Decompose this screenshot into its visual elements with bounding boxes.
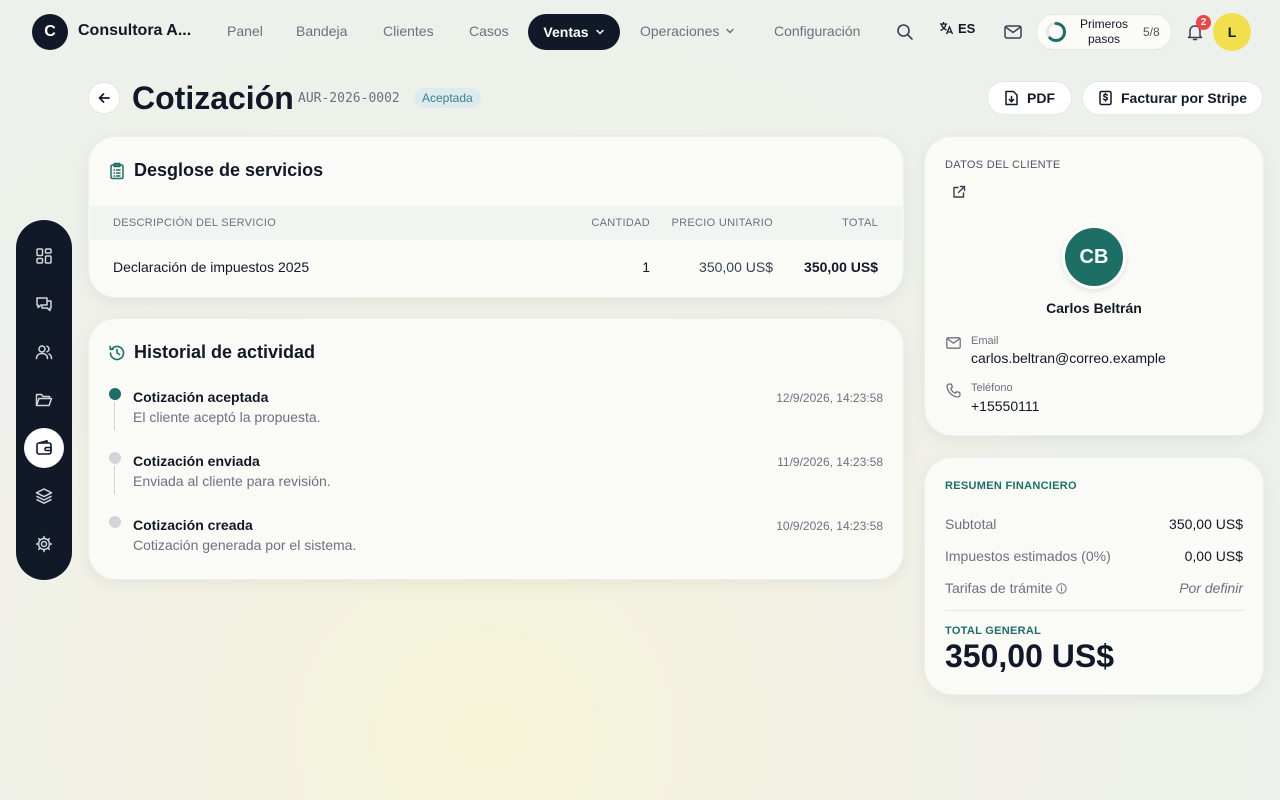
nav-clientes[interactable]: Clientes [383, 23, 434, 39]
finance-section-label: RESUMEN FINANCIERO [945, 480, 1077, 492]
dashboard-icon[interactable] [24, 236, 64, 276]
client-section-label: DATOS DEL CLIENTE [945, 159, 1061, 171]
fees-row: Tarifas de trámite Por definir [945, 580, 1243, 596]
pdf-button[interactable]: PDF [987, 81, 1072, 115]
clipboard-list-icon [110, 162, 124, 179]
chevron-down-icon [726, 28, 735, 34]
side-rail [16, 220, 72, 580]
column-header-quantity: CANTIDAD [591, 217, 650, 229]
event-title: Cotización enviada [133, 453, 260, 469]
event-title: Cotización aceptada [133, 389, 269, 405]
divider [945, 610, 1245, 611]
column-header-description: DESCRIPCIÓN DEL SERVICIO [113, 217, 277, 229]
brand-name[interactable]: Consultora A... [78, 22, 191, 40]
event-date: 12/9/2026, 14:23:58 [776, 391, 883, 405]
event-description: Enviada al cliente para revisión. [133, 473, 331, 489]
nav-panel[interactable]: Panel [227, 23, 263, 39]
top-navigation: C Consultora A... Panel Bandeja Clientes… [0, 0, 1280, 64]
nav-configuracion[interactable]: Configuración [774, 23, 860, 39]
service-unit-price: 350,00 US$ [699, 259, 773, 275]
email-label: Email [971, 335, 999, 347]
chevron-down-icon [595, 29, 604, 35]
progress-ring-icon [1046, 22, 1066, 42]
column-header-total: TOTAL [842, 217, 878, 229]
mail-icon[interactable] [1002, 21, 1024, 43]
layers-icon[interactable] [24, 476, 64, 516]
timeline-connector [114, 466, 115, 494]
phone-icon [945, 382, 961, 398]
notification-badge: 2 [1196, 15, 1211, 30]
back-button[interactable] [88, 82, 120, 114]
service-total: 350,00 US$ [804, 259, 878, 275]
gear-icon[interactable] [24, 524, 64, 564]
fees-label: Tarifas de trámite [945, 580, 1053, 596]
user-avatar[interactable]: L [1213, 13, 1251, 51]
client-name: Carlos Beltrán [1046, 300, 1142, 316]
timeline-dot [109, 452, 121, 464]
service-description: Declaración de impuestos 2025 [113, 259, 310, 275]
tax-row: Impuestos estimados (0%) 0,00 US$ [945, 548, 1243, 564]
stripe-invoice-button[interactable]: Facturar por Stripe [1082, 81, 1263, 115]
tax-value: 0,00 US$ [1184, 548, 1243, 564]
client-phone[interactable]: +15550111 [971, 398, 1039, 414]
status-badge: Aceptada [414, 88, 481, 108]
nav-ventas-label: Ventas [543, 24, 589, 40]
event-description: Cotización generada por el sistema. [133, 537, 357, 553]
event-date: 11/9/2026, 14:23:58 [777, 455, 883, 469]
page-title: Cotización [132, 80, 294, 116]
total-label: TOTAL GENERAL [945, 625, 1042, 637]
subtotal-row: Subtotal 350,00 US$ [945, 516, 1243, 532]
quote-id: AUR-2026-0002 [298, 91, 400, 106]
timeline-connector [114, 402, 115, 430]
fees-value: Por definir [1179, 580, 1243, 596]
column-header-unit-price: PRECIO UNITARIO [671, 217, 773, 229]
phone-label: Teléfono [971, 382, 1013, 394]
file-download-icon [1005, 90, 1018, 106]
folder-icon[interactable] [24, 380, 64, 420]
total-value: 350,00 US$ [945, 638, 1115, 674]
stripe-invoice-label: Facturar por Stripe [1120, 90, 1248, 106]
client-email[interactable]: carlos.beltran@correo.example [971, 350, 1166, 366]
services-title: Desglose de servicios [134, 160, 324, 180]
pdf-button-label: PDF [1027, 90, 1055, 106]
users-icon[interactable] [24, 332, 64, 372]
subtotal-label: Subtotal [945, 516, 997, 532]
info-icon[interactable] [1056, 582, 1068, 594]
nav-ventas[interactable]: Ventas [528, 14, 620, 50]
subtotal-value: 350,00 US$ [1169, 516, 1243, 532]
mail-icon [945, 335, 961, 351]
translate-icon [940, 22, 954, 35]
event-date: 10/9/2026, 14:23:58 [776, 519, 883, 533]
nav-bandeja[interactable]: Bandeja [296, 23, 347, 39]
onboarding-label: Primeros pasos [1079, 17, 1128, 46]
fees-label-group: Tarifas de trámite [945, 580, 1068, 596]
history-icon [109, 345, 125, 360]
brand-logo[interactable]: C [32, 14, 68, 50]
wallet-icon[interactable] [24, 428, 64, 468]
language-label: ES [958, 20, 976, 36]
onboarding-count: 5/8 [1143, 25, 1160, 39]
search-icon[interactable] [894, 21, 916, 43]
language-selector[interactable]: ES [938, 20, 975, 36]
event-title: Cotización creada [133, 517, 253, 533]
arrow-left-icon [98, 93, 110, 103]
client-avatar: CB [1062, 225, 1126, 289]
activity-title: Historial de actividad [134, 342, 316, 362]
activity-card-title: Historial de actividad [108, 342, 315, 363]
nav-operaciones[interactable]: Operaciones [640, 23, 735, 39]
timeline-dot-active [109, 388, 121, 400]
onboarding-progress[interactable]: Primeros pasos 5/8 [1036, 14, 1172, 50]
nav-casos[interactable]: Casos [469, 23, 509, 39]
event-description: El cliente aceptó la propuesta. [133, 409, 321, 425]
timeline-dot [109, 516, 121, 528]
services-card-title: Desglose de servicios [108, 160, 323, 181]
chat-icon[interactable] [24, 284, 64, 324]
external-link-icon[interactable] [950, 183, 968, 201]
nav-operaciones-label: Operaciones [640, 23, 720, 39]
tax-label: Impuestos estimados (0%) [945, 548, 1111, 564]
receipt-icon [1099, 90, 1112, 106]
service-quantity: 1 [642, 259, 650, 275]
